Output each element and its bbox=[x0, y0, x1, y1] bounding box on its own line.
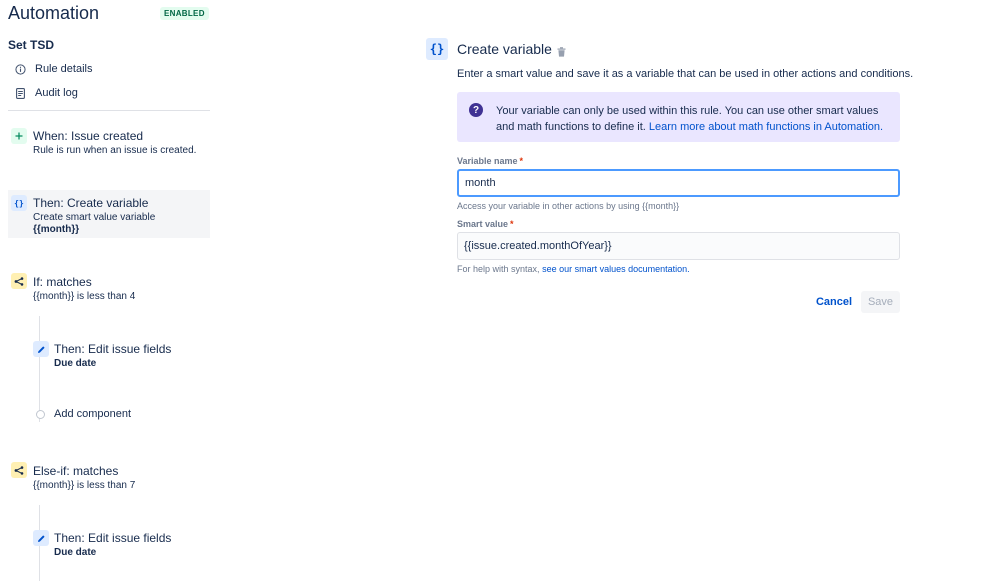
component-title: When: Issue created bbox=[33, 129, 144, 143]
variable-name-help: Access your variable in other actions by… bbox=[457, 201, 680, 211]
component-subtitle: Rule is run when an issue is created. bbox=[33, 145, 197, 156]
panel-title: Create variable bbox=[457, 41, 552, 57]
smart-value-help-text: For help with syntax, bbox=[457, 264, 540, 274]
braces-icon: {} bbox=[11, 195, 27, 211]
component-trigger[interactable]: When: Issue created Rule is run when an … bbox=[8, 128, 210, 160]
component-detail: {{month}} bbox=[33, 224, 80, 235]
component-title: Then: Create variable bbox=[33, 196, 149, 210]
sidebar-item-rule-details[interactable]: Rule details bbox=[14, 63, 92, 75]
required-marker: * bbox=[510, 219, 514, 229]
question-icon: ? bbox=[469, 103, 483, 117]
sidebar-divider bbox=[8, 110, 210, 111]
required-marker: * bbox=[519, 156, 524, 166]
component-subtitle: Create smart value variable bbox=[33, 212, 156, 223]
sidebar-item-label: Audit log bbox=[35, 87, 78, 99]
smart-value-label: Smart value * bbox=[457, 219, 514, 229]
info-message-text: Your variable can only be used within th… bbox=[496, 103, 891, 135]
component-title: Then: Edit issue fields bbox=[54, 531, 172, 545]
braces-icon: {} bbox=[426, 38, 448, 60]
add-component-button[interactable]: Add component bbox=[36, 408, 131, 420]
pencil-icon bbox=[33, 341, 49, 357]
status-badge: ENABLED bbox=[160, 7, 209, 20]
component-create-variable[interactable]: {} Then: Create variable Create smart va… bbox=[8, 195, 210, 235]
add-component-dot-icon bbox=[36, 409, 45, 419]
variable-name-label-text: Variable name bbox=[457, 156, 518, 166]
component-edit-issue-fields[interactable]: Then: Edit issue fields Due date bbox=[33, 530, 203, 560]
smart-value-help: For help with syntax, see our smart valu… bbox=[457, 264, 690, 274]
component-title: If: matches bbox=[33, 275, 92, 289]
branch-icon bbox=[11, 273, 27, 289]
smart-values-docs-link[interactable]: see our smart values documentation. bbox=[542, 264, 690, 274]
sidebar-item-audit-log[interactable]: Audit log bbox=[14, 87, 78, 99]
component-subtitle: {{month}} is less than 4 bbox=[33, 291, 136, 302]
cancel-button[interactable]: Cancel bbox=[812, 291, 856, 313]
component-detail: Due date bbox=[54, 547, 97, 558]
component-title: Then: Edit issue fields bbox=[54, 342, 172, 356]
smart-value-input[interactable]: {{issue.created.monthOfYear}} bbox=[457, 232, 900, 260]
save-button[interactable]: Save bbox=[861, 291, 900, 313]
component-subtitle: {{month}} is less than 7 bbox=[33, 480, 136, 491]
pencil-icon bbox=[33, 530, 49, 546]
info-icon bbox=[14, 63, 26, 75]
math-functions-link[interactable]: Learn more about math functions in Autom… bbox=[649, 121, 883, 133]
variable-name-label: Variable name * bbox=[457, 156, 523, 166]
sidebar-item-label: Rule details bbox=[35, 63, 93, 75]
variable-name-input[interactable]: month bbox=[457, 169, 900, 197]
app-title: Automation bbox=[8, 3, 100, 23]
info-message: ? Your variable can only be used within … bbox=[457, 92, 900, 142]
component-title: Else-if: matches bbox=[33, 464, 119, 478]
plus-icon bbox=[11, 128, 27, 144]
add-component-label: Add component bbox=[54, 408, 132, 420]
component-edit-issue-fields[interactable]: Then: Edit issue fields Due date bbox=[33, 341, 203, 371]
document-icon bbox=[14, 87, 26, 99]
trash-icon[interactable] bbox=[557, 44, 566, 57]
smart-value-label-text: Smart value bbox=[457, 219, 509, 229]
component-else-if-matches[interactable]: Else-if: matches {{month}} is less than … bbox=[8, 462, 210, 494]
component-if-matches[interactable]: If: matches {{month}} is less than 4 bbox=[8, 273, 210, 305]
rule-name: Set TSD bbox=[8, 38, 55, 52]
panel-description: Enter a smart value and save it as a var… bbox=[457, 68, 914, 80]
branch-icon bbox=[11, 462, 27, 478]
component-detail: Due date bbox=[54, 358, 97, 369]
